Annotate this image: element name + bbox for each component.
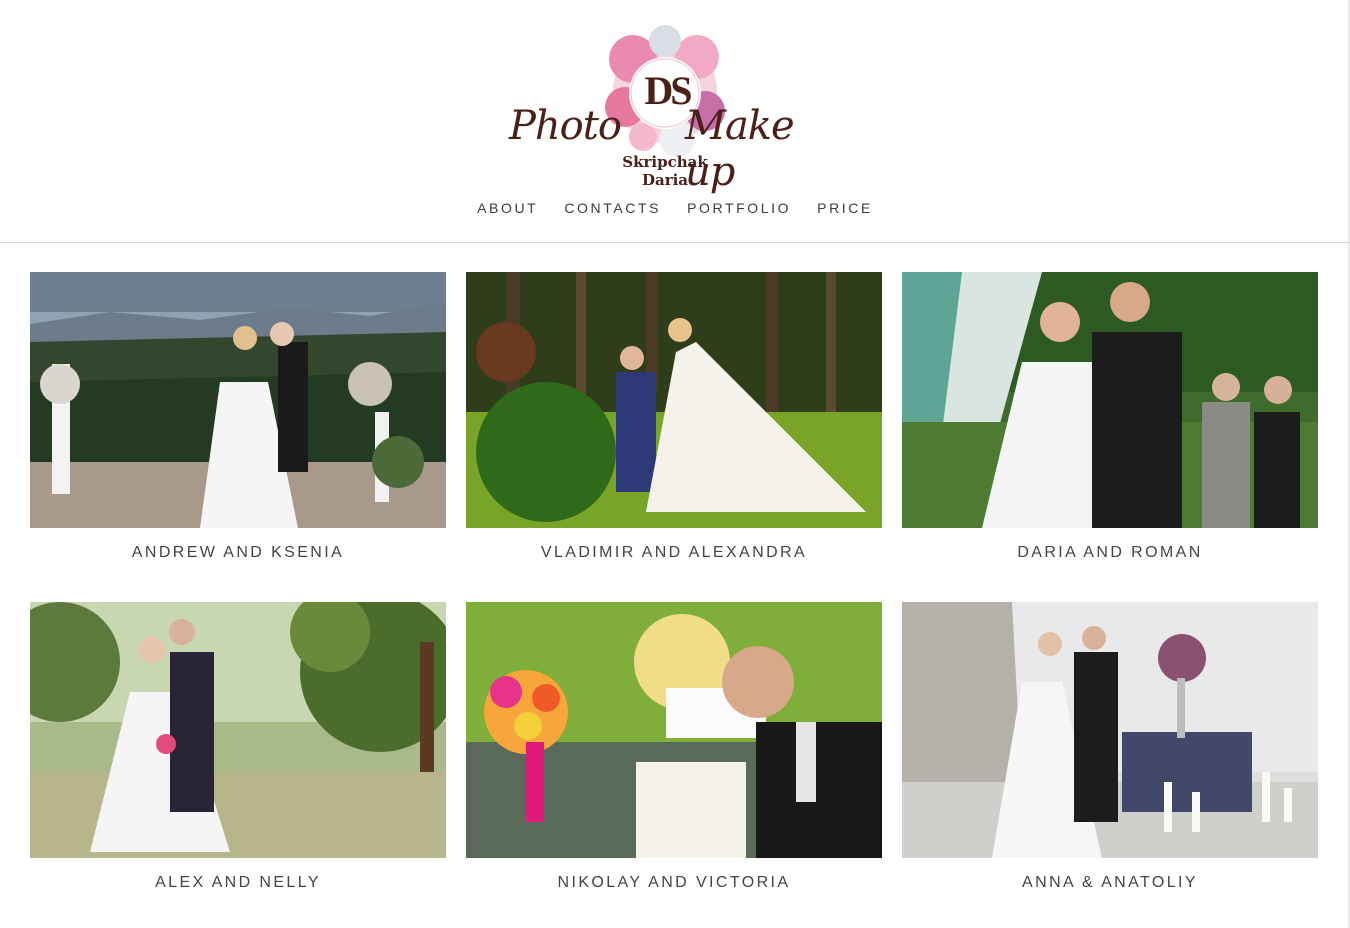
nav-price[interactable]: PRICE [817,200,873,216]
logo-name-first: Daria [641,171,689,189]
gallery-card-andrew-ksenia[interactable]: ANDREW AND KSENIA [30,272,446,562]
gallery-photo[interactable] [30,602,446,858]
gallery-card-anna-anatoliy[interactable]: ANNA & ANATOLIY [902,602,1318,892]
gallery-photo[interactable] [30,272,446,528]
gallery-photo[interactable] [466,272,882,528]
logo-name-surname: Skripchak [622,153,708,171]
gallery-caption[interactable]: ANDREW AND KSENIA [30,544,446,562]
gallery-photo[interactable] [902,602,1318,858]
gallery-card-vladimir-alexandra[interactable]: VLADIMIR AND ALEXANDRA [466,272,882,562]
gallery-caption[interactable]: NIKOLAY AND VICTORIA [466,874,882,892]
nav-portfolio[interactable]: PORTFOLIO [687,200,791,216]
gallery-caption[interactable]: DARIA AND ROMAN [902,544,1318,562]
gallery-photo[interactable] [466,602,882,858]
main-nav: ABOUT CONTACTS PORTFOLIO PRICE [0,200,1350,216]
gallery-caption[interactable]: ANNA & ANATOLIY [902,874,1318,892]
gallery-caption[interactable]: ALEX AND NELLY [30,874,446,892]
nav-contacts[interactable]: CONTACTS [564,200,661,216]
gallery-card-alex-nelly[interactable]: ALEX AND NELLY [30,602,446,892]
gallery-photo[interactable] [902,272,1318,528]
gallery-caption[interactable]: VLADIMIR AND ALEXANDRA [466,544,882,562]
logo-text-photo: Photo [509,103,622,149]
gallery-card-nikolay-victoria[interactable]: NIKOLAY AND VICTORIA [466,602,882,892]
site-header: DS Photo Make up Skripchak Daria ABOUT C… [0,0,1350,243]
site-logo[interactable]: DS Photo Make up Skripchak Daria [505,15,845,195]
nav-about[interactable]: ABOUT [477,200,538,216]
gallery-card-daria-roman[interactable]: DARIA AND ROMAN [902,272,1318,562]
